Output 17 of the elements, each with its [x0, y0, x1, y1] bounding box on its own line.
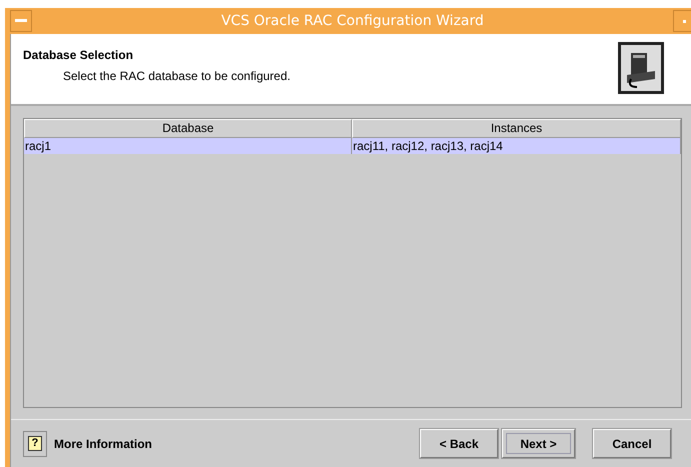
help-button[interactable]: ? — [23, 430, 47, 456]
column-header[interactable]: Database — [24, 119, 352, 138]
window-menu-button[interactable] — [10, 10, 32, 32]
minimize-button[interactable] — [673, 10, 691, 32]
column-header[interactable]: Instances — [352, 119, 681, 138]
window-title: VCS Oracle RAC Configuration Wizard — [220, 13, 485, 29]
table-cell: racj11, racj12, racj13, racj14 — [352, 138, 681, 154]
wizard-button[interactable]: Next > — [502, 429, 575, 458]
wizard-button[interactable]: < Back — [420, 429, 498, 458]
server-icon — [618, 42, 664, 94]
table-cell: racj1 — [24, 138, 352, 154]
page-title: Database Selection — [23, 48, 134, 62]
page-subtitle: Select the RAC database to be configured. — [62, 69, 292, 83]
minus-icon — [15, 19, 27, 23]
table-row[interactable]: racj1 racj11, racj12, racj13, racj14 — [24, 138, 681, 154]
help-label: More Information — [54, 436, 153, 450]
wizard-button[interactable]: Cancel — [593, 429, 671, 458]
